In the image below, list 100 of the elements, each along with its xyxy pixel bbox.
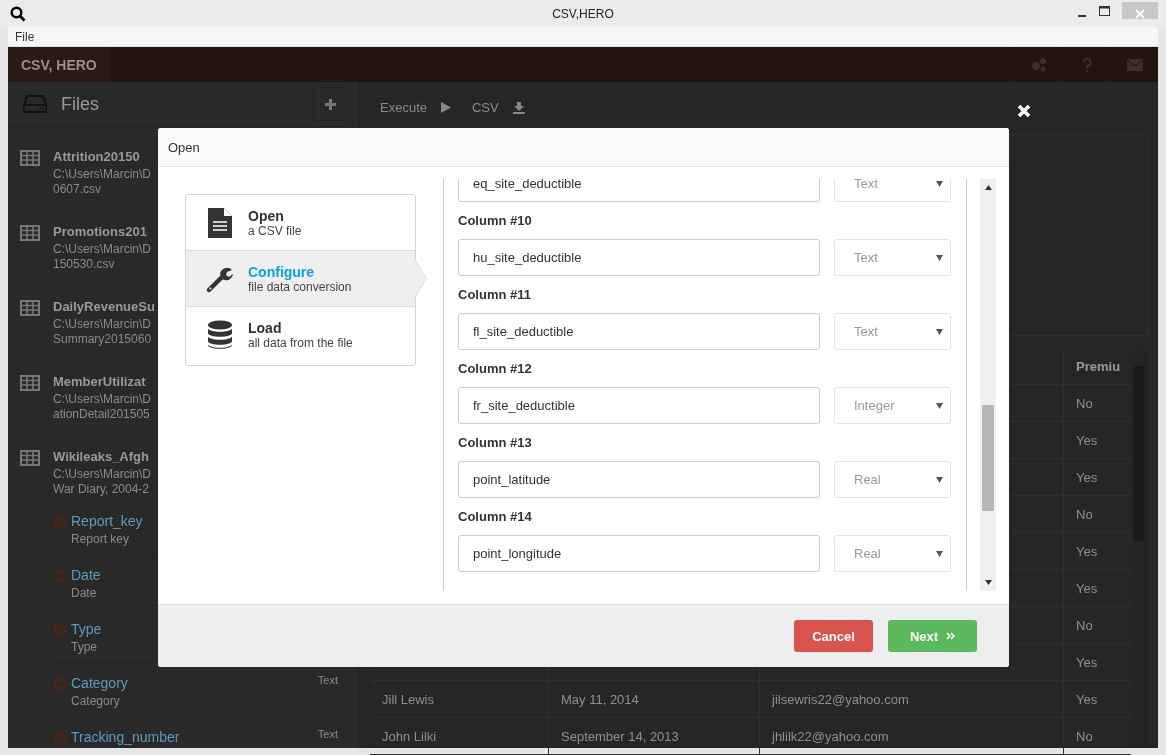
gears-icon[interactable] xyxy=(1029,56,1048,73)
download-icon xyxy=(512,101,525,114)
field-name[interactable]: Type xyxy=(71,620,102,638)
scroll-down-icon[interactable] xyxy=(984,580,992,585)
envelope-icon[interactable] xyxy=(1126,58,1143,71)
table-icon xyxy=(20,150,40,166)
drive-icon xyxy=(23,95,47,113)
file-path: C:\Users\Marcin\D xyxy=(53,467,151,482)
file-path: C:\Users\Marcin\D xyxy=(53,317,152,332)
file-name[interactable]: MemberUtilizat xyxy=(53,372,151,392)
table-cell-text: Yes xyxy=(1075,542,1099,561)
arrow-circle-icon xyxy=(53,677,67,691)
field-name[interactable]: Report_key xyxy=(71,512,143,530)
scroll-up-icon[interactable] xyxy=(984,185,992,190)
column-name-field[interactable]: hu_site_deductible xyxy=(458,239,820,276)
table-cell-text: Yes xyxy=(1075,653,1099,672)
table-icon xyxy=(20,300,40,316)
table-cell-text: Yes xyxy=(1075,690,1099,709)
column-label: Column #14 xyxy=(458,508,533,526)
table-cell: jilsewris22@yahoo.com xyxy=(760,681,1064,717)
search-icon[interactable] xyxy=(10,5,26,22)
document-icon xyxy=(206,207,234,238)
column-label: Column #11 xyxy=(458,286,532,304)
wizard-step[interactable]: Load all data from the file xyxy=(186,307,415,363)
column-name-field[interactable]: fr_site_deductible xyxy=(458,387,820,424)
table-cell: jhlilk22@yahoo.com xyxy=(760,718,1064,754)
column-name-field[interactable]: point_longitude xyxy=(458,535,820,572)
file-path: 0607.csv xyxy=(53,182,103,197)
play-icon xyxy=(441,102,451,113)
caret-icon xyxy=(936,476,943,483)
maximize-icon[interactable] xyxy=(1099,6,1110,16)
table-icon xyxy=(20,225,40,241)
field-description: Category xyxy=(71,693,121,710)
caret-icon xyxy=(936,550,943,557)
add-file-button[interactable] xyxy=(313,87,347,121)
column-label: Column #13 xyxy=(458,434,533,452)
column-name-field[interactable]: fl_site_deductible xyxy=(458,313,820,350)
file-name[interactable]: Attrition20150 xyxy=(53,147,151,167)
window-title: CSV,HERO xyxy=(552,7,614,21)
field-description: Report key xyxy=(71,531,131,548)
column-label: Column #10 xyxy=(458,212,533,230)
arrow-circle-icon xyxy=(53,515,67,529)
app-logo[interactable]: CSV, HERO xyxy=(8,47,110,82)
column-header[interactable]: Premiu xyxy=(1064,348,1131,384)
type-dropdown[interactable]: Real xyxy=(834,461,951,498)
plus-icon xyxy=(323,97,337,111)
table-cell-text: Yes xyxy=(1075,431,1099,450)
toolbar-button[interactable]: CSV xyxy=(462,92,536,123)
table-cell-text: Yes xyxy=(1075,579,1099,598)
file-path: War Diary, 2004-2 xyxy=(53,482,151,497)
file-path: C:\Users\Marcin\D xyxy=(53,242,151,257)
file-path: C:\Users\Marcin\D xyxy=(53,392,151,407)
table-cell-text: No xyxy=(1075,616,1094,635)
field-name[interactable]: Tracking_number xyxy=(71,728,180,746)
type-dropdown[interactable]: Text xyxy=(834,313,951,350)
table-cell-text: No xyxy=(1075,727,1094,746)
file-path: 150530.csv xyxy=(53,257,116,272)
toolbar-button[interactable]: Execute xyxy=(370,92,462,123)
type-dropdown[interactable]: Text xyxy=(834,239,951,276)
field-name[interactable]: Category xyxy=(71,674,128,692)
table-cell: Jill Lewis xyxy=(370,681,549,717)
type-dropdown[interactable]: Real xyxy=(834,535,951,572)
table-icon xyxy=(20,375,40,391)
close-icon[interactable] xyxy=(1017,104,1031,118)
field-name[interactable]: Date xyxy=(71,566,101,584)
close-icon xyxy=(1135,8,1145,19)
table-cell-text: No xyxy=(1075,394,1094,413)
field-type: Text xyxy=(317,674,338,686)
help-icon[interactable] xyxy=(1081,57,1092,72)
table-icon xyxy=(20,450,40,466)
sidebar-title: Files xyxy=(61,93,99,115)
dialog-title: Open xyxy=(168,139,200,155)
scrollbar[interactable] xyxy=(980,179,996,591)
menu-item[interactable]: File xyxy=(8,29,35,44)
file-path: ationDetail201505 xyxy=(53,407,151,422)
file-name[interactable]: DailyRevenueSu xyxy=(53,297,155,317)
column-name-field[interactable]: eq_site_deductible xyxy=(458,179,820,202)
close-button[interactable] xyxy=(1122,2,1158,19)
caret-icon xyxy=(936,328,943,335)
column-label: Column #12 xyxy=(458,360,533,378)
arrow-circle-icon xyxy=(53,569,67,583)
arrow-circle-icon xyxy=(53,623,67,637)
type-dropdown[interactable]: Integer xyxy=(834,387,951,424)
table-cell-text: Yes xyxy=(1075,468,1099,487)
table-cell: John Lilki xyxy=(370,718,549,754)
file-path: C:\Users\Marcin\D xyxy=(53,167,151,182)
file-name[interactable]: Promotions201 xyxy=(53,222,151,242)
arrow-circle-icon xyxy=(53,731,67,745)
caret-icon xyxy=(936,254,943,261)
file-path: Summary2015060 xyxy=(53,332,153,347)
database-icon xyxy=(206,320,234,350)
type-dropdown[interactable]: Text xyxy=(834,179,951,202)
field-description: Date xyxy=(71,585,98,602)
table-cell: May 11, 2014 xyxy=(549,681,760,717)
caret-icon xyxy=(936,180,943,187)
file-name[interactable]: Wikileaks_Afgh xyxy=(53,447,151,467)
cancel-button[interactable]: Cancel xyxy=(794,620,873,652)
column-name-field[interactable]: point_latitude xyxy=(458,461,820,498)
field-type: Text xyxy=(317,728,338,740)
scroll-thumb[interactable] xyxy=(982,405,994,511)
